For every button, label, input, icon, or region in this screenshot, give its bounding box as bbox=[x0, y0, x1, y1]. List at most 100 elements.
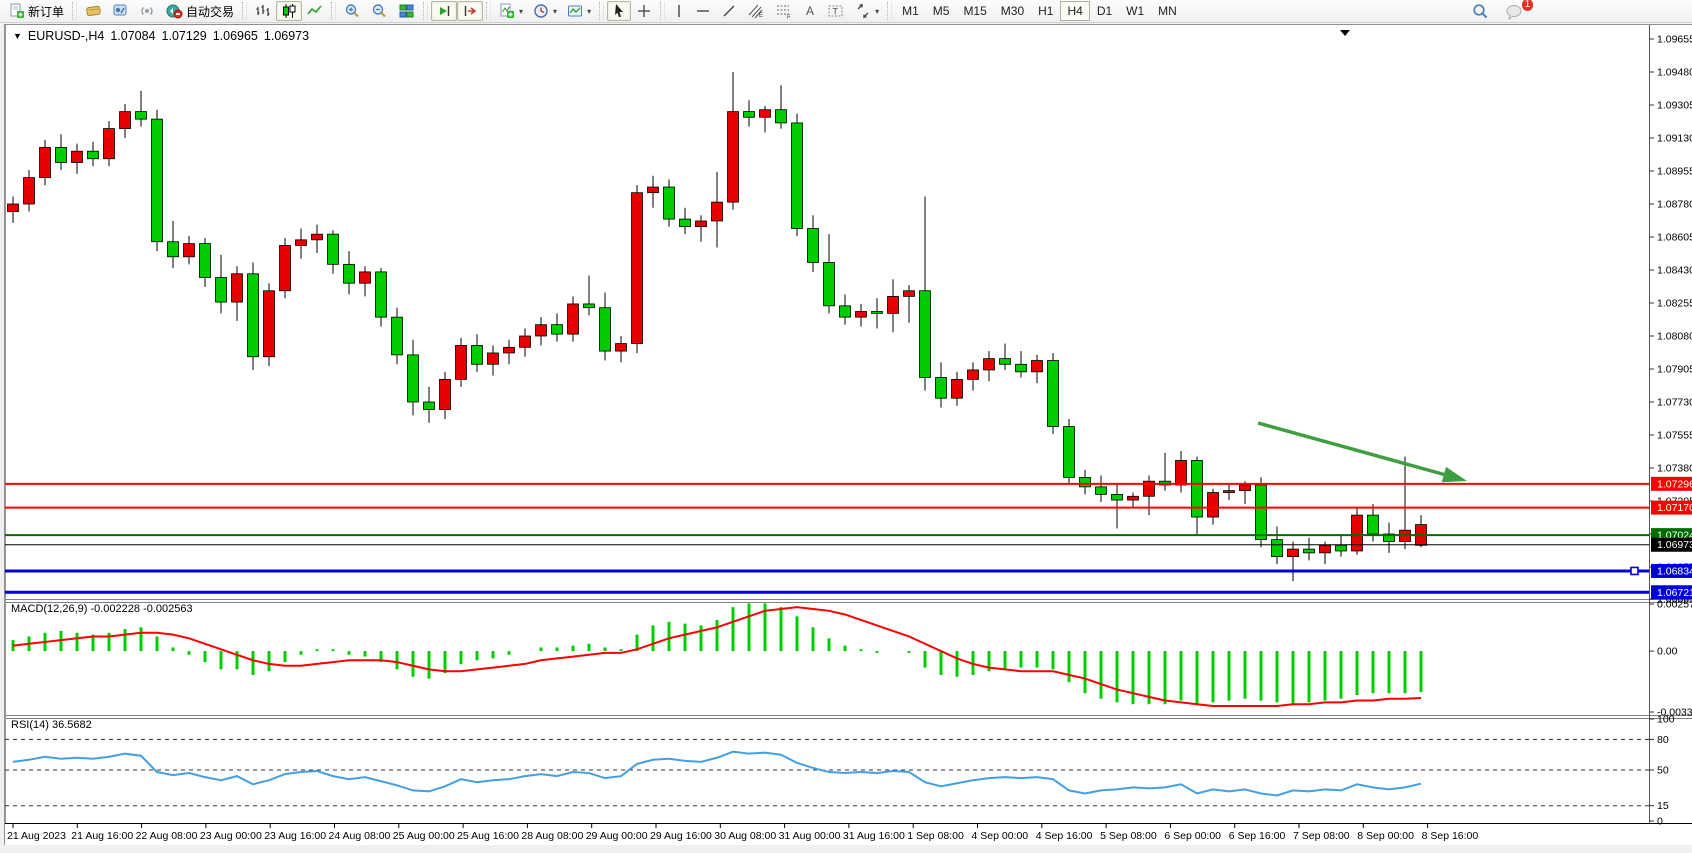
chevron-down-icon: ▾ bbox=[553, 7, 557, 16]
svg-text:50: 50 bbox=[1657, 765, 1669, 777]
svg-text:1.07296: 1.07296 bbox=[1657, 478, 1692, 490]
candles bbox=[8, 72, 1427, 581]
text-label-icon: T bbox=[827, 3, 845, 19]
svg-text:1.08080: 1.08080 bbox=[1657, 330, 1692, 342]
arrow-object bbox=[1258, 423, 1467, 482]
svg-text:24 Aug 08:00: 24 Aug 08:00 bbox=[329, 830, 391, 842]
hline-objects: 1.072961.071701.070241.069731.068341.067… bbox=[5, 477, 1692, 599]
signals-icon bbox=[139, 3, 156, 19]
bar-chart-icon bbox=[255, 3, 271, 19]
svg-text:1.08255: 1.08255 bbox=[1657, 297, 1692, 309]
timeframe-button-m15[interactable]: M15 bbox=[956, 1, 993, 21]
timeframe-button-w1[interactable]: W1 bbox=[1119, 1, 1151, 21]
crosshair-button[interactable] bbox=[631, 1, 657, 21]
timeframe-button-m1[interactable]: M1 bbox=[895, 1, 926, 21]
market-watch-button[interactable] bbox=[80, 1, 107, 21]
svg-text:29 Aug 00:00: 29 Aug 00:00 bbox=[586, 830, 648, 842]
horizontal-line-button[interactable] bbox=[690, 1, 716, 21]
cursor-button[interactable] bbox=[607, 1, 631, 21]
svg-text:21 Aug 16:00: 21 Aug 16:00 bbox=[71, 830, 133, 842]
periods-button[interactable]: ▾ bbox=[528, 1, 562, 21]
text-icon: A bbox=[803, 3, 817, 19]
timeframe-button-d1[interactable]: D1 bbox=[1090, 1, 1119, 21]
templates-icon bbox=[567, 3, 583, 19]
equidistant-channel-button[interactable]: E bbox=[742, 1, 770, 21]
templates-button[interactable]: ▾ bbox=[562, 1, 596, 21]
text-button[interactable]: A bbox=[798, 1, 822, 21]
vertical-line-button[interactable] bbox=[668, 1, 690, 21]
indicators-button[interactable]: ▾ bbox=[494, 1, 528, 21]
new-order-button[interactable]: 新订单 bbox=[4, 1, 69, 21]
rsi-panel: 1008050150 bbox=[5, 714, 1675, 828]
trendline-button[interactable] bbox=[716, 1, 742, 21]
data-window-icon bbox=[112, 3, 129, 19]
svg-text:22 Aug 08:00: 22 Aug 08:00 bbox=[136, 830, 198, 842]
svg-text:0.002572: 0.002572 bbox=[1657, 599, 1692, 611]
text-label-button[interactable]: T bbox=[822, 1, 850, 21]
line-chart-icon bbox=[307, 3, 323, 19]
chart-close-value: 1.06973 bbox=[264, 29, 309, 43]
notifications-button[interactable]: 1 bbox=[1500, 1, 1528, 21]
svg-text:6 Sep 16:00: 6 Sep 16:00 bbox=[1229, 830, 1286, 842]
svg-text:1.06834: 1.06834 bbox=[1657, 565, 1692, 577]
data-window-button[interactable] bbox=[107, 1, 134, 21]
auto-scroll-button[interactable] bbox=[431, 1, 457, 21]
candlestick-chart-icon bbox=[281, 3, 297, 19]
candlestick-chart-button[interactable] bbox=[276, 1, 302, 21]
fibonacci-icon: F bbox=[775, 3, 793, 19]
signals-button[interactable] bbox=[134, 1, 161, 21]
svg-text:80: 80 bbox=[1657, 734, 1669, 746]
chevron-down-icon: ▾ bbox=[519, 7, 523, 16]
toolbar-separator bbox=[660, 2, 665, 20]
trend-arrow[interactable] bbox=[1258, 423, 1446, 475]
cursor-icon bbox=[612, 3, 626, 19]
svg-text:100: 100 bbox=[1657, 714, 1675, 726]
timeframe-button-mn[interactable]: MN bbox=[1151, 1, 1184, 21]
chart-shift-marker[interactable] bbox=[1340, 30, 1350, 36]
market-watch-icon bbox=[85, 3, 102, 19]
svg-text:1.07380: 1.07380 bbox=[1657, 462, 1692, 474]
svg-text:4 Sep 16:00: 4 Sep 16:00 bbox=[1036, 830, 1093, 842]
svg-text:4 Sep 00:00: 4 Sep 00:00 bbox=[972, 830, 1029, 842]
macd-label: MACD(12,26,9) -0.002228 -0.002563 bbox=[11, 603, 193, 615]
chart-high-value: 1.07129 bbox=[162, 29, 207, 43]
search-button[interactable] bbox=[1466, 1, 1494, 21]
timeframe-button-m5[interactable]: M5 bbox=[926, 1, 957, 21]
price-chart[interactable]: 1.096551.094801.093051.091301.089551.087… bbox=[5, 25, 1692, 846]
svg-text:1.07555: 1.07555 bbox=[1657, 429, 1692, 441]
zoom-out-button[interactable] bbox=[366, 1, 393, 21]
svg-text:15: 15 bbox=[1657, 800, 1669, 812]
line-chart-button[interactable] bbox=[302, 1, 328, 21]
arrows-button[interactable]: ▾ bbox=[850, 1, 884, 21]
svg-text:1.07170: 1.07170 bbox=[1657, 502, 1692, 514]
timeframe-button-h4[interactable]: H4 bbox=[1060, 1, 1089, 21]
chevron-down-icon: ▾ bbox=[875, 7, 879, 16]
tile-windows-button[interactable] bbox=[393, 1, 420, 21]
svg-text:1.08430: 1.08430 bbox=[1657, 264, 1692, 276]
svg-text:F: F bbox=[787, 15, 791, 20]
chart-shift-icon bbox=[462, 3, 478, 19]
zoom-out-icon bbox=[371, 3, 388, 19]
tile-windows-icon bbox=[398, 3, 415, 19]
toolbar-separator bbox=[486, 2, 491, 20]
svg-text:1.08780: 1.08780 bbox=[1657, 198, 1692, 210]
crosshair-icon bbox=[636, 3, 652, 19]
zoom-in-button[interactable] bbox=[339, 1, 366, 21]
chart-dropdown-icon[interactable]: ▼ bbox=[13, 31, 22, 41]
svg-text:1.09655: 1.09655 bbox=[1657, 34, 1692, 46]
timeframe-button-h1[interactable]: H1 bbox=[1031, 1, 1060, 21]
clock-icon bbox=[533, 3, 549, 19]
rsi-label: RSI(14) 36.5682 bbox=[11, 719, 92, 731]
indicators-icon bbox=[499, 3, 515, 19]
new-order-label: 新订单 bbox=[28, 3, 64, 20]
timeframe-button-m30[interactable]: M30 bbox=[994, 1, 1031, 21]
svg-text:1.07730: 1.07730 bbox=[1657, 396, 1692, 408]
fibonacci-button[interactable]: F bbox=[770, 1, 798, 21]
svg-text:23 Aug 16:00: 23 Aug 16:00 bbox=[264, 830, 326, 842]
search-icon bbox=[1471, 3, 1489, 20]
auto-trading-button[interactable]: 自动交易 bbox=[161, 1, 239, 21]
svg-text:31 Aug 16:00: 31 Aug 16:00 bbox=[843, 830, 905, 842]
svg-text:1.07905: 1.07905 bbox=[1657, 363, 1692, 375]
chart-shift-button[interactable] bbox=[457, 1, 483, 21]
bar-chart-button[interactable] bbox=[250, 1, 276, 21]
